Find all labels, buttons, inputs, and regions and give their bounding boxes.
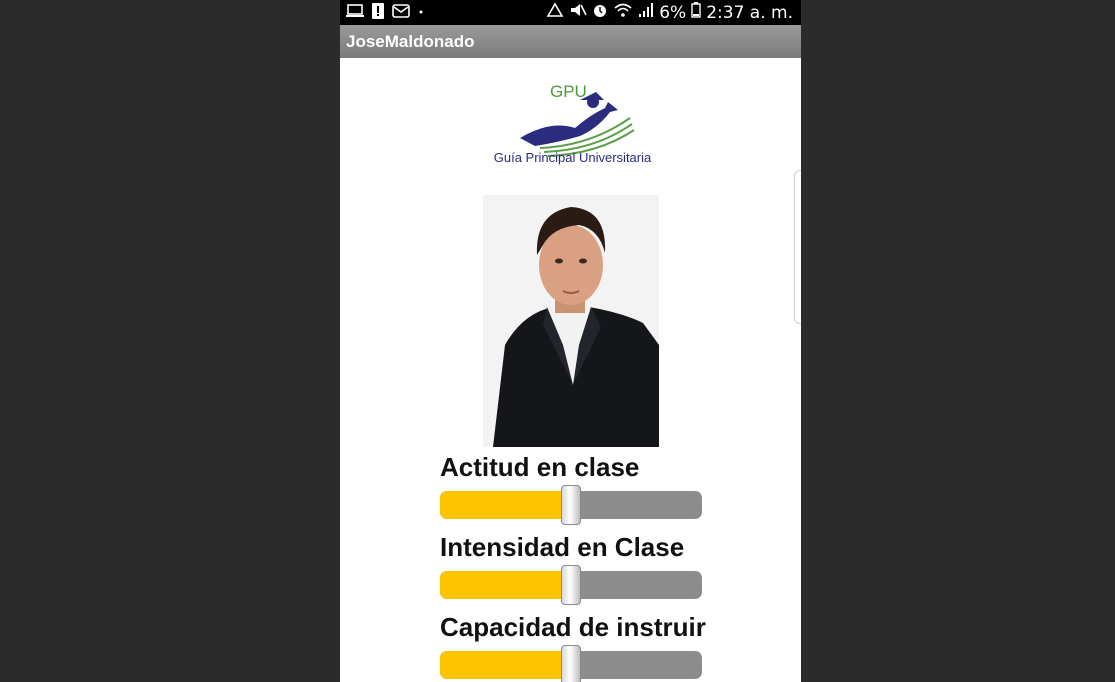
alert-icon <box>372 3 384 24</box>
mail-icon <box>392 4 410 23</box>
slider-thumb[interactable] <box>561 485 581 525</box>
recycle-icon <box>546 2 564 23</box>
rating-label-actitud: Actitud en clase <box>440 452 640 482</box>
signal-icon <box>638 2 654 23</box>
clock: 2:37 a. m. <box>706 2 793 23</box>
phone-screen: 6% 2:37 a. m. JoseMaldonado GPU Guía Pri… <box>340 0 801 682</box>
slider-thumb[interactable] <box>561 645 581 682</box>
alarm-icon <box>592 2 608 23</box>
battery-icon <box>691 2 701 23</box>
mute-icon <box>569 2 587 23</box>
status-bar: 6% 2:37 a. m. <box>340 0 801 25</box>
app-title: JoseMaldonado <box>346 32 475 51</box>
slider-fill <box>440 651 571 679</box>
slider-capacidad[interactable] <box>440 645 702 682</box>
slider-intensidad[interactable] <box>440 565 702 605</box>
profile-content: GPU Guía Principal Universitaria Actitud… <box>340 58 801 682</box>
battery-percent: 6% <box>659 2 687 23</box>
slider-fill <box>440 571 571 599</box>
laptop-icon <box>346 4 364 23</box>
rating-label-capacidad: Capacidad de instruir <box>440 612 706 642</box>
slider-fill <box>440 491 571 519</box>
rating-label-intensidad: Intensidad en Clase <box>440 532 685 562</box>
scroll-edge-handle[interactable] <box>794 170 801 324</box>
app-title-bar: JoseMaldonado <box>340 25 801 58</box>
logo-name: Guía Principal Universitaria <box>493 150 652 165</box>
profile-photo <box>483 195 659 447</box>
wifi-icon <box>613 2 633 23</box>
logo-acronym: GPU <box>550 82 587 101</box>
slider-thumb[interactable] <box>561 565 581 605</box>
gpu-logo: GPU Guía Principal Universitaria <box>480 80 660 170</box>
dot-icon <box>418 4 424 23</box>
slider-actitud[interactable] <box>440 485 702 525</box>
